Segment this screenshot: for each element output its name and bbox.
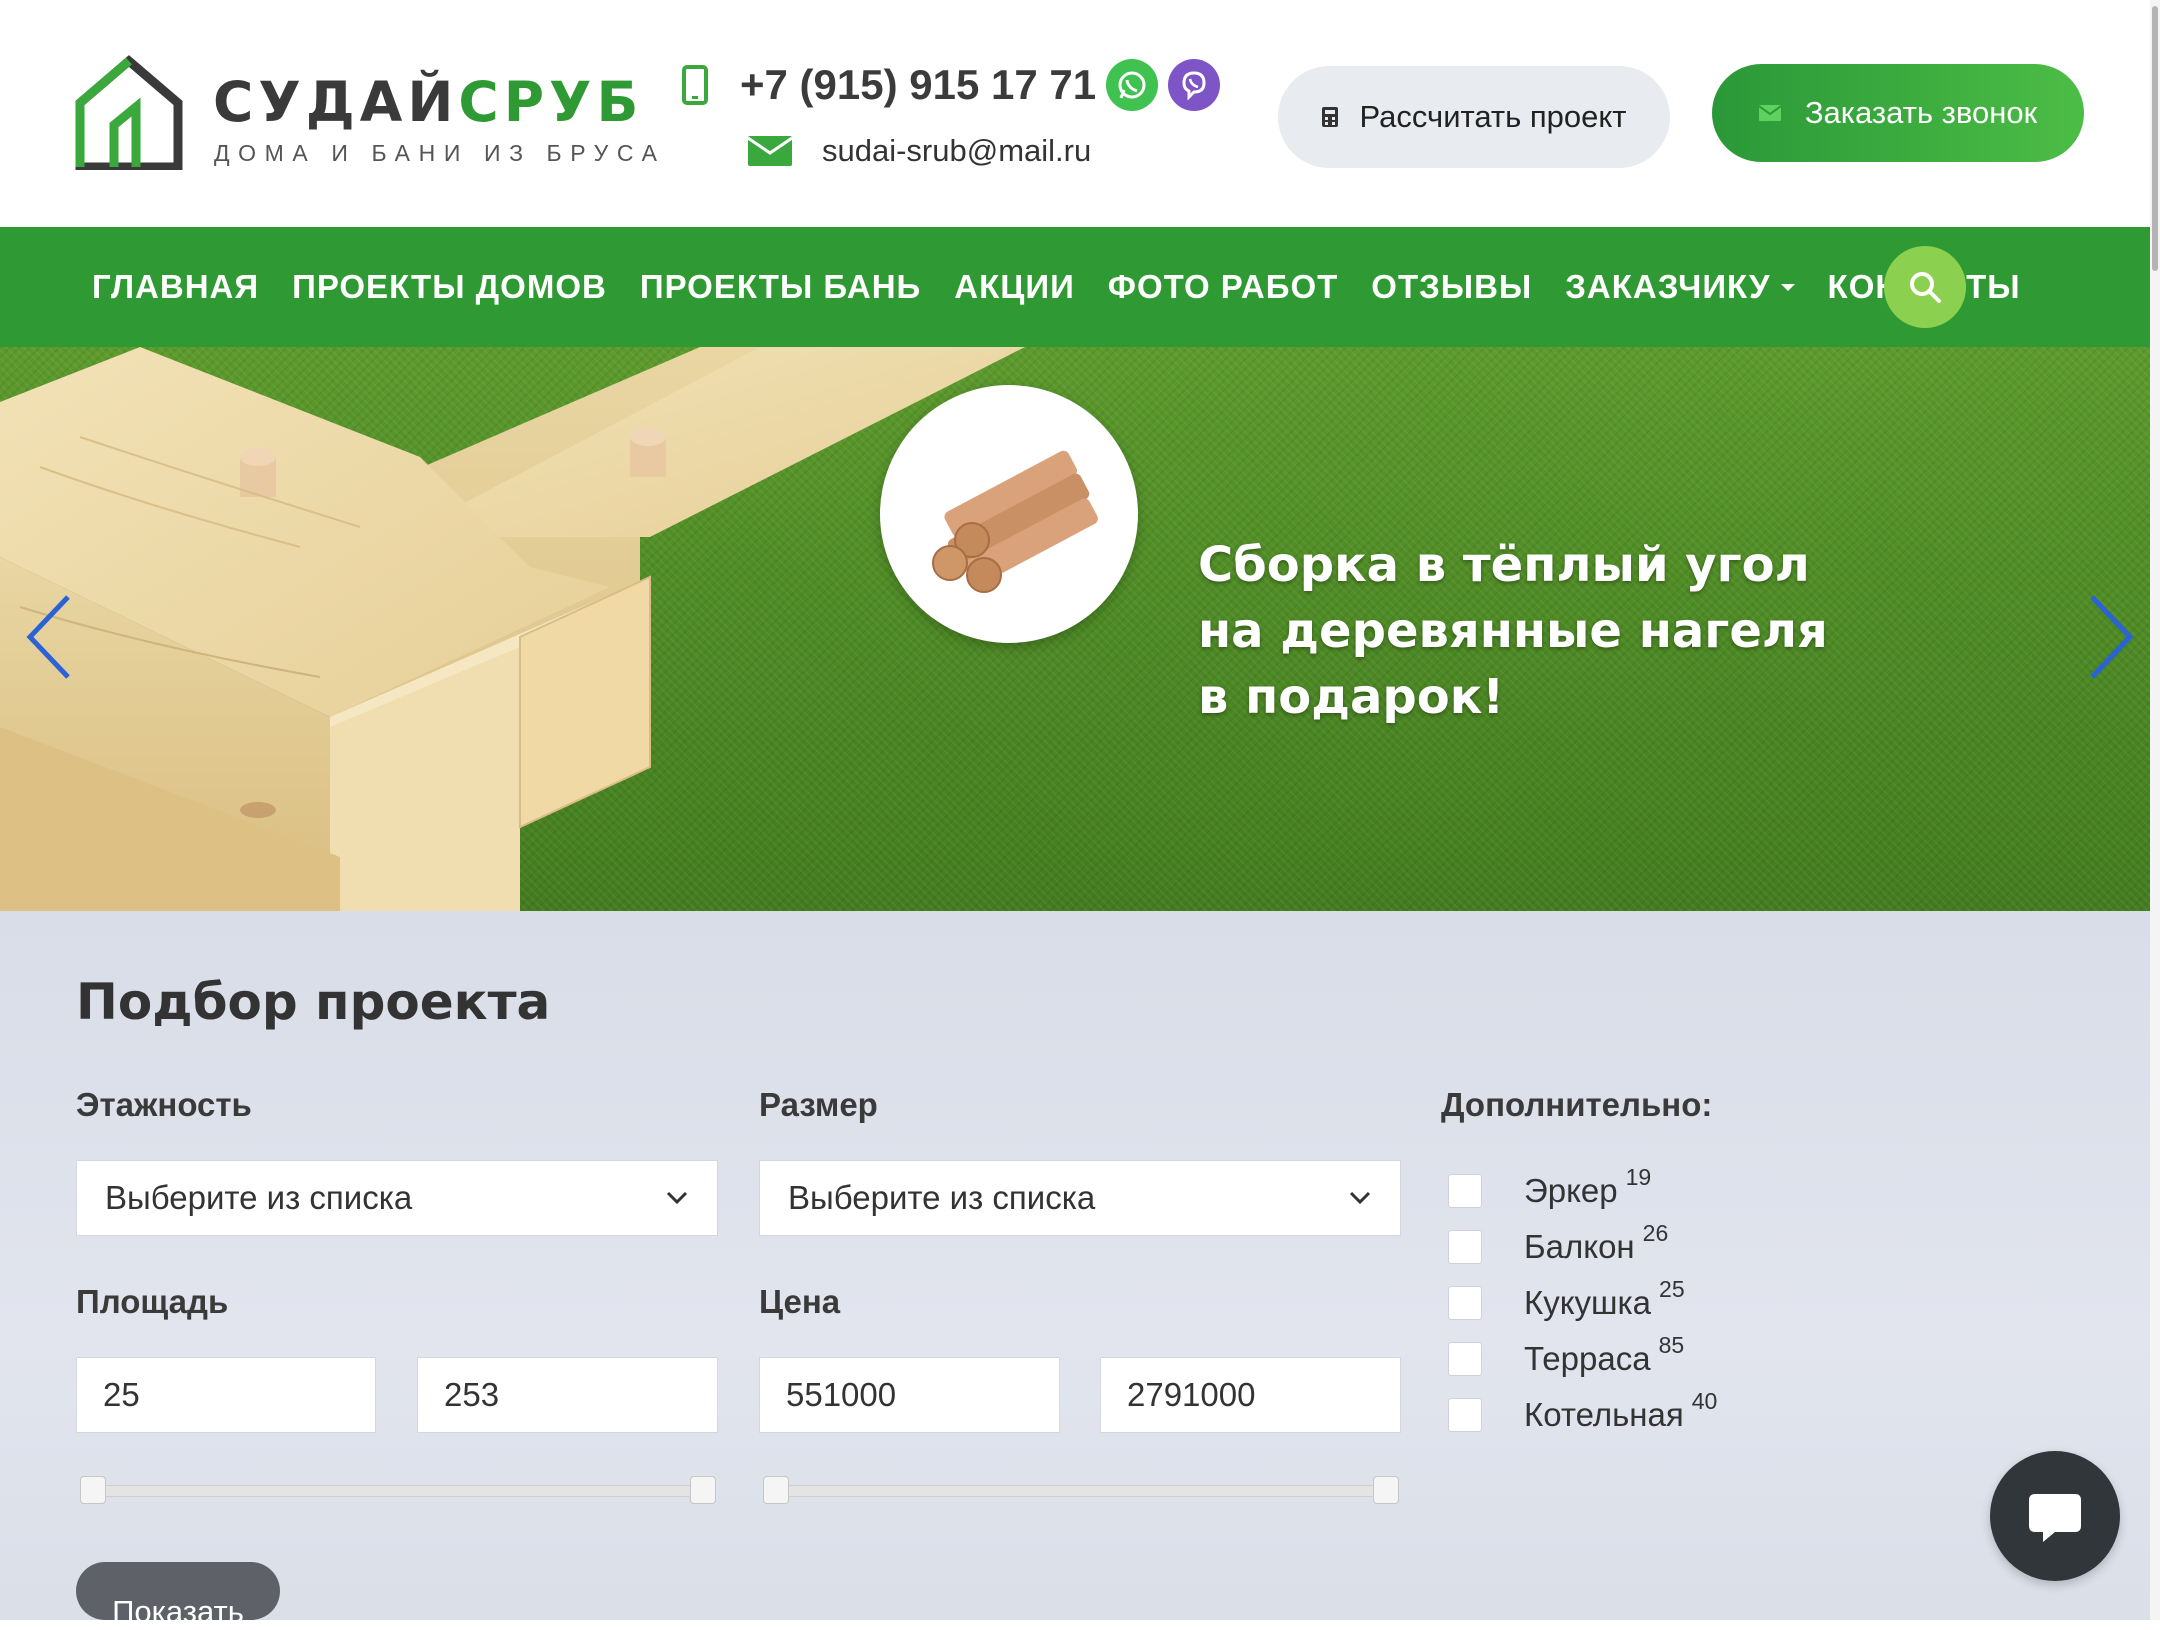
brand-name-dark: СУДАЙ (213, 70, 459, 134)
area-slider-max-handle[interactable] (690, 1476, 716, 1504)
nav-item-home[interactable]: ГЛАВНАЯ (92, 268, 259, 306)
nav-item-customers[interactable]: ЗАКАЗЧИКУ (1565, 268, 1795, 306)
hero-slider: Сборка в тёплый угол на деревянные нагел… (0, 347, 2160, 911)
project-filter-section: Подбор проекта Этажность Выберите из спи… (0, 911, 2160, 1620)
page-scrollbar[interactable] (2150, 0, 2160, 1620)
price-slider-min-handle[interactable] (763, 1476, 789, 1504)
extra-option-label: Котельная (1524, 1396, 1684, 1433)
hero-line-2: на деревянные нагеля (1198, 603, 1828, 659)
show-results-button[interactable]: Показать (76, 1562, 280, 1629)
email-address[interactable]: sudai-srub@mail.ru (822, 133, 1091, 169)
extra-option-boiler-room[interactable]: Котельная 40 (1448, 1387, 1717, 1443)
extra-option-cuckoo[interactable]: Кукушка 25 (1448, 1275, 1717, 1331)
extra-option-label: Терраса (1524, 1340, 1651, 1377)
wooden-dowels-icon (932, 450, 1098, 593)
nav-item-promotions[interactable]: АКЦИИ (954, 268, 1075, 306)
envelope-icon (748, 136, 792, 166)
calculate-project-label: Рассчитать проект (1359, 99, 1627, 134)
area-min-input[interactable]: 25 (76, 1357, 376, 1433)
area-slider-track (80, 1485, 716, 1497)
checkbox[interactable] (1448, 1342, 1482, 1376)
chevron-down-icon (1780, 283, 1795, 291)
timber-beams-image (0, 347, 1025, 911)
hero-headline: Сборка в тёплый угол на деревянные нагел… (1198, 532, 1898, 730)
envelope-small-icon (1758, 105, 1781, 121)
nav-item-house-projects[interactable]: ПРОЕКТЫ ДОМОВ (292, 268, 607, 306)
floors-select[interactable]: Выберите из списка (76, 1160, 718, 1236)
size-select[interactable]: Выберите из списка (759, 1160, 1401, 1236)
request-call-label: Заказать звонок (1804, 95, 2038, 130)
calculator-icon (1321, 107, 1338, 127)
floors-select-value: Выберите из списка (105, 1179, 413, 1216)
viber-icon[interactable] (1168, 59, 1221, 111)
slider-next-arrow-icon[interactable] (2080, 587, 2140, 687)
extra-option-erker[interactable]: Эркер 19 (1448, 1163, 1717, 1219)
checkbox[interactable] (1448, 1174, 1482, 1208)
area-label: Площадь (76, 1283, 229, 1320)
phone-number[interactable]: +7 (915) 915 17 71 (740, 61, 1096, 109)
calculate-project-button[interactable]: Рассчитать проект (1278, 66, 1670, 168)
price-slider-max-handle[interactable] (1373, 1476, 1399, 1504)
logo-house-icon[interactable] (74, 55, 184, 170)
nav-item-customers-label: ЗАКАЗЧИКУ (1565, 268, 1771, 305)
scrollbar-thumb[interactable] (2152, 6, 2158, 271)
site-header: СУДАЙСРУБ ДОМА И БАНИ ИЗ БРУСА +7 (915) … (0, 0, 2160, 227)
brand-tagline: ДОМА И БАНИ ИЗ БРУСА (214, 140, 666, 166)
chat-bubble-icon (2029, 1494, 2081, 1542)
show-results-label: Показать (112, 1594, 244, 1629)
price-range-slider[interactable] (763, 1476, 1399, 1504)
chevron-down-icon (1349, 1191, 1371, 1205)
brand-name[interactable]: СУДАЙСРУБ (213, 72, 643, 132)
area-max-input[interactable]: 253 (417, 1357, 718, 1433)
mobile-phone-icon (682, 65, 708, 105)
area-slider-min-handle[interactable] (80, 1476, 106, 1504)
price-label: Цена (759, 1283, 841, 1320)
size-label: Размер (759, 1086, 878, 1123)
extras-list: Эркер 19 Балкон 26 Кукушка 25 Терраса 85… (1448, 1163, 1717, 1443)
price-max-input[interactable]: 2791000 (1100, 1357, 1401, 1433)
search-icon (1910, 272, 1941, 303)
extra-option-count: 40 (1691, 1387, 1718, 1414)
extra-option-label: Эркер (1524, 1172, 1618, 1209)
extra-option-label: Кукушка (1524, 1284, 1652, 1321)
slider-prev-arrow-icon[interactable] (20, 587, 80, 687)
filter-title: Подбор проекта (76, 973, 551, 1031)
extra-option-count: 85 (1658, 1331, 1685, 1358)
price-min-input[interactable]: 551000 (759, 1357, 1060, 1433)
checkbox[interactable] (1448, 1286, 1482, 1320)
floors-label: Этажность (76, 1086, 252, 1123)
phone-row: +7 (915) 915 17 71 (680, 55, 1221, 115)
email-row: sudai-srub@mail.ru (748, 128, 1091, 174)
nav-item-bath-projects[interactable]: ПРОЕКТЫ БАНЬ (640, 268, 921, 306)
request-call-button[interactable]: Заказать звонок (1712, 64, 2084, 162)
size-select-value: Выберите из списка (788, 1179, 1096, 1216)
nav-item-reviews[interactable]: ОТЗЫВЫ (1371, 268, 1532, 306)
area-range-slider[interactable] (80, 1476, 716, 1504)
extra-option-terrace[interactable]: Терраса 85 (1448, 1331, 1717, 1387)
whatsapp-icon[interactable] (1106, 59, 1159, 111)
checkbox[interactable] (1448, 1230, 1482, 1264)
chevron-down-icon (666, 1191, 688, 1205)
hero-line-1: Сборка в тёплый угол (1198, 537, 1810, 593)
chat-widget-button[interactable] (1990, 1451, 2120, 1581)
checkbox[interactable] (1448, 1398, 1482, 1432)
extra-option-count: 26 (1642, 1219, 1669, 1246)
extra-option-count: 25 (1659, 1275, 1685, 1302)
extra-option-balcony[interactable]: Балкон 26 (1448, 1219, 1717, 1275)
hero-line-3: в подарок! (1198, 669, 1505, 725)
extra-option-label: Балкон (1524, 1228, 1635, 1265)
price-slider-track (763, 1485, 1399, 1497)
search-button[interactable] (1884, 246, 1966, 328)
brand-name-green: СРУБ (458, 70, 644, 134)
nav-item-photos[interactable]: ФОТО РАБОТ (1108, 268, 1339, 306)
dowels-image (880, 385, 1138, 643)
main-navigation: ГЛАВНАЯ ПРОЕКТЫ ДОМОВ ПРОЕКТЫ БАНЬ АКЦИИ… (0, 227, 2160, 347)
extra-option-count: 19 (1625, 1163, 1652, 1190)
extras-label: Дополнительно: (1441, 1086, 1713, 1123)
